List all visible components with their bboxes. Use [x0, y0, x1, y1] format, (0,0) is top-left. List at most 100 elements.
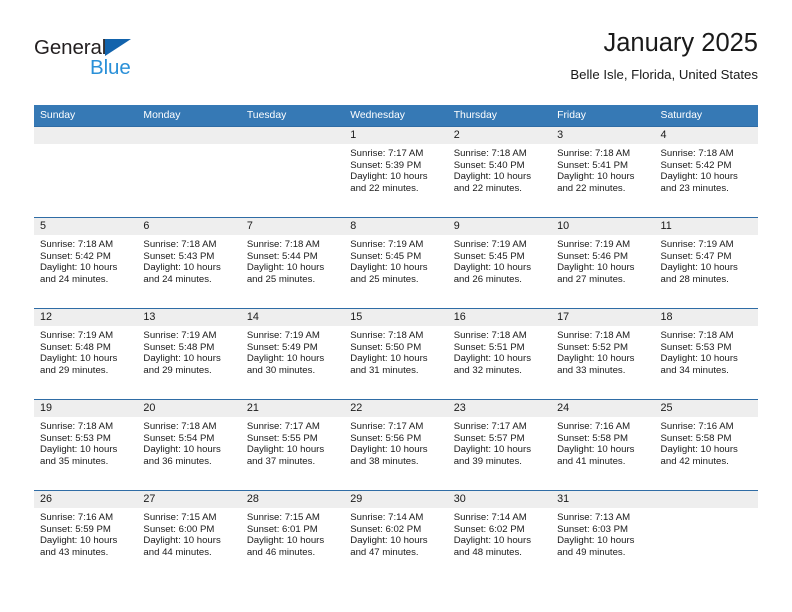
day-number: 17	[551, 309, 655, 326]
sunset-text: Sunset: 5:41 PM	[557, 159, 629, 171]
general-blue-logo[interactable]: General Blue	[34, 36, 194, 90]
day-number	[34, 127, 138, 144]
day-number: 9	[447, 218, 552, 235]
calendar-week-row: 26 Sunrise: 7:16 AM Sunset: 5:59 PM Dayl…	[34, 490, 758, 581]
sunrise-text: Sunrise: 7:13 AM	[557, 512, 631, 523]
calendar-day-cell[interactable]: 8 Sunrise: 7:19 AM Sunset: 5:45 PM Dayli…	[344, 217, 448, 309]
sunrise-text: Sunrise: 7:16 AM	[557, 421, 631, 432]
calendar-day-cell[interactable]: 14 Sunrise: 7:19 AM Sunset: 5:49 PM Dayl…	[240, 308, 345, 400]
daylight-text-line1: Daylight: 10 hours	[143, 262, 221, 274]
calendar-day-cell[interactable]: 11 Sunrise: 7:19 AM Sunset: 5:47 PM Dayl…	[654, 217, 758, 309]
daylight-text-line1: Daylight: 10 hours	[143, 444, 221, 456]
calendar-day-cell[interactable]: 13 Sunrise: 7:19 AM Sunset: 5:48 PM Dayl…	[137, 308, 241, 400]
calendar-page: General Blue January 2025 Belle Isle, Fl…	[0, 0, 792, 612]
daylight-text-line1: Daylight: 10 hours	[557, 444, 635, 456]
daylight-text-line2: and 31 minutes.	[350, 364, 419, 376]
daylight-text-line1: Daylight: 10 hours	[40, 353, 118, 365]
calendar-day-cell[interactable]: 20 Sunrise: 7:18 AM Sunset: 5:54 PM Dayl…	[137, 399, 241, 491]
day-details: Sunrise: 7:15 AM Sunset: 6:01 PM Dayligh…	[241, 508, 344, 558]
day-number: 16	[447, 309, 552, 326]
calendar-day-cell[interactable]: 18 Sunrise: 7:18 AM Sunset: 5:53 PM Dayl…	[654, 308, 758, 400]
day-number: 12	[34, 309, 138, 326]
day-details: Sunrise: 7:18 AM Sunset: 5:51 PM Dayligh…	[448, 326, 551, 376]
calendar-day-cell[interactable]	[654, 490, 758, 581]
daylight-text-line1: Daylight: 10 hours	[246, 262, 325, 274]
calendar-day-cell[interactable]: 15 Sunrise: 7:18 AM Sunset: 5:50 PM Dayl…	[344, 308, 448, 400]
calendar-day-cell[interactable]: 28 Sunrise: 7:15 AM Sunset: 6:01 PM Dayl…	[240, 490, 345, 581]
sunset-text: Sunset: 5:59 PM	[40, 523, 111, 535]
calendar-day-cell[interactable]: 22 Sunrise: 7:17 AM Sunset: 5:56 PM Dayl…	[344, 399, 448, 491]
sunset-text: Sunset: 5:55 PM	[246, 432, 318, 444]
sunrise-text: Sunrise: 7:18 AM	[453, 148, 527, 159]
sunrise-text: Sunrise: 7:18 AM	[660, 330, 734, 341]
calendar-day-cell[interactable]: 6 Sunrise: 7:18 AM Sunset: 5:43 PM Dayli…	[137, 217, 241, 309]
calendar-day-cell[interactable]	[34, 126, 138, 218]
sunrise-text: Sunrise: 7:18 AM	[453, 330, 527, 341]
calendar-day-cell[interactable]: 9 Sunrise: 7:19 AM Sunset: 5:45 PM Dayli…	[447, 217, 552, 309]
daylight-text-line1: Daylight: 10 hours	[246, 535, 325, 547]
daylight-text-line2: and 27 minutes.	[557, 273, 626, 285]
day-details	[34, 144, 137, 148]
daylight-text-line1: Daylight: 10 hours	[557, 353, 635, 365]
sunrise-text: Sunrise: 7:18 AM	[40, 421, 114, 432]
calendar-day-cell[interactable]: 2 Sunrise: 7:18 AM Sunset: 5:40 PM Dayli…	[447, 126, 552, 218]
calendar-day-cell[interactable]	[137, 126, 241, 218]
daylight-text-line1: Daylight: 10 hours	[350, 444, 428, 456]
day-details	[655, 508, 758, 512]
calendar-day-cell[interactable]: 25 Sunrise: 7:16 AM Sunset: 5:58 PM Dayl…	[654, 399, 758, 491]
calendar-day-cell[interactable]	[240, 126, 345, 218]
calendar-day-cell[interactable]: 7 Sunrise: 7:18 AM Sunset: 5:44 PM Dayli…	[240, 217, 345, 309]
day-number: 21	[240, 400, 345, 417]
sunrise-text: Sunrise: 7:19 AM	[453, 239, 527, 250]
daylight-text-line1: Daylight: 10 hours	[350, 262, 428, 274]
calendar-day-cell[interactable]: 16 Sunrise: 7:18 AM Sunset: 5:51 PM Dayl…	[447, 308, 552, 400]
daylight-text-line1: Daylight: 10 hours	[660, 171, 738, 183]
calendar-day-cell[interactable]: 30 Sunrise: 7:14 AM Sunset: 6:02 PM Dayl…	[447, 490, 552, 581]
day-number	[654, 491, 758, 508]
calendar-day-cell[interactable]: 1 Sunrise: 7:17 AM Sunset: 5:39 PM Dayli…	[344, 126, 448, 218]
title-block: January 2025 Belle Isle, Florida, United…	[570, 28, 758, 84]
daylight-text-line2: and 36 minutes.	[143, 455, 212, 467]
day-details: Sunrise: 7:15 AM Sunset: 6:00 PM Dayligh…	[137, 508, 240, 558]
day-details: Sunrise: 7:18 AM Sunset: 5:43 PM Dayligh…	[137, 235, 240, 285]
day-number: 27	[137, 491, 241, 508]
calendar-day-cell[interactable]: 3 Sunrise: 7:18 AM Sunset: 5:41 PM Dayli…	[551, 126, 655, 218]
calendar-day-cell[interactable]: 17 Sunrise: 7:18 AM Sunset: 5:52 PM Dayl…	[551, 308, 655, 400]
calendar-day-cell[interactable]: 10 Sunrise: 7:19 AM Sunset: 5:46 PM Dayl…	[551, 217, 655, 309]
sunrise-text: Sunrise: 7:15 AM	[143, 512, 217, 523]
day-details: Sunrise: 7:16 AM Sunset: 5:58 PM Dayligh…	[655, 417, 758, 467]
calendar-day-cell[interactable]: 24 Sunrise: 7:16 AM Sunset: 5:58 PM Dayl…	[551, 399, 655, 491]
calendar-header-row: Sunday Monday Tuesday Wednesday Thursday…	[34, 105, 758, 127]
calendar-day-cell[interactable]: 31 Sunrise: 7:13 AM Sunset: 6:03 PM Dayl…	[551, 490, 655, 581]
day-details: Sunrise: 7:16 AM Sunset: 5:59 PM Dayligh…	[34, 508, 137, 558]
daylight-text-line2: and 48 minutes.	[453, 546, 522, 558]
daylight-text-line2: and 41 minutes.	[557, 455, 626, 467]
calendar-day-cell[interactable]: 23 Sunrise: 7:17 AM Sunset: 5:57 PM Dayl…	[447, 399, 552, 491]
calendar-day-cell[interactable]: 26 Sunrise: 7:16 AM Sunset: 5:59 PM Dayl…	[34, 490, 138, 581]
day-number: 28	[240, 491, 345, 508]
daylight-text-line1: Daylight: 10 hours	[453, 444, 532, 456]
day-number: 18	[654, 309, 758, 326]
day-number: 31	[551, 491, 655, 508]
day-number: 15	[344, 309, 448, 326]
daylight-text-line2: and 46 minutes.	[246, 546, 316, 558]
daylight-text-line2: and 30 minutes.	[246, 364, 316, 376]
logo-triangle-icon	[105, 38, 131, 56]
day-number: 29	[344, 491, 448, 508]
daylight-text-line1: Daylight: 10 hours	[660, 262, 738, 274]
day-details: Sunrise: 7:16 AM Sunset: 5:58 PM Dayligh…	[551, 417, 654, 467]
sunset-text: Sunset: 5:53 PM	[40, 432, 111, 444]
daylight-text-line1: Daylight: 10 hours	[40, 262, 118, 274]
day-number: 23	[447, 400, 552, 417]
calendar-day-cell[interactable]: 4 Sunrise: 7:18 AM Sunset: 5:42 PM Dayli…	[654, 126, 758, 218]
calendar-day-cell[interactable]: 5 Sunrise: 7:18 AM Sunset: 5:42 PM Dayli…	[34, 217, 138, 309]
calendar-day-cell[interactable]: 27 Sunrise: 7:15 AM Sunset: 6:00 PM Dayl…	[137, 490, 241, 581]
calendar-grid: Sunday Monday Tuesday Wednesday Thursday…	[34, 105, 758, 581]
weekday-header-friday: Friday	[551, 105, 655, 127]
day-number: 1	[344, 127, 448, 144]
calendar-day-cell[interactable]: 21 Sunrise: 7:17 AM Sunset: 5:55 PM Dayl…	[240, 399, 345, 491]
calendar-day-cell[interactable]: 29 Sunrise: 7:14 AM Sunset: 6:02 PM Dayl…	[344, 490, 448, 581]
calendar-day-cell[interactable]: 19 Sunrise: 7:18 AM Sunset: 5:53 PM Dayl…	[34, 399, 138, 491]
calendar-day-cell[interactable]: 12 Sunrise: 7:19 AM Sunset: 5:48 PM Dayl…	[34, 308, 138, 400]
daylight-text-line2: and 22 minutes.	[350, 182, 419, 194]
